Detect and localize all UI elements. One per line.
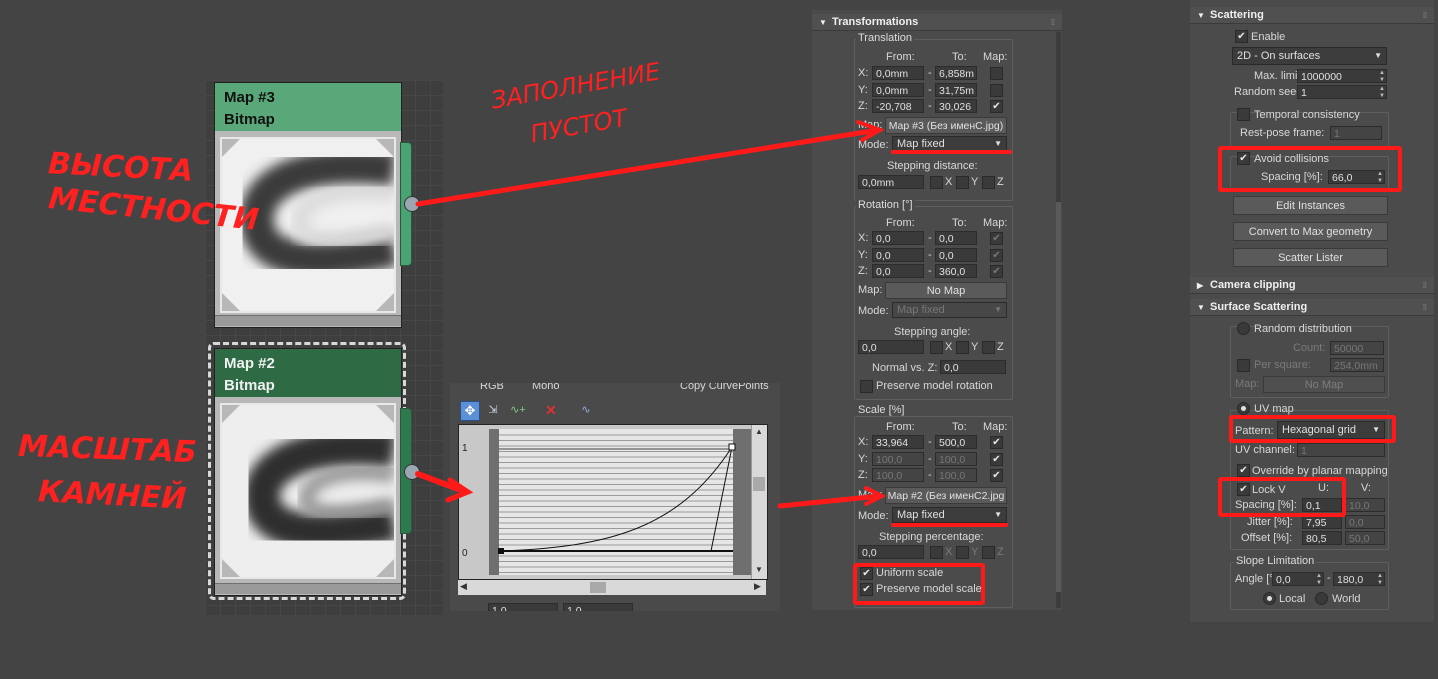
annotation-overlay [415,120,1012,527]
stone-scale-note-line1: МАСШТАБ [17,428,198,471]
